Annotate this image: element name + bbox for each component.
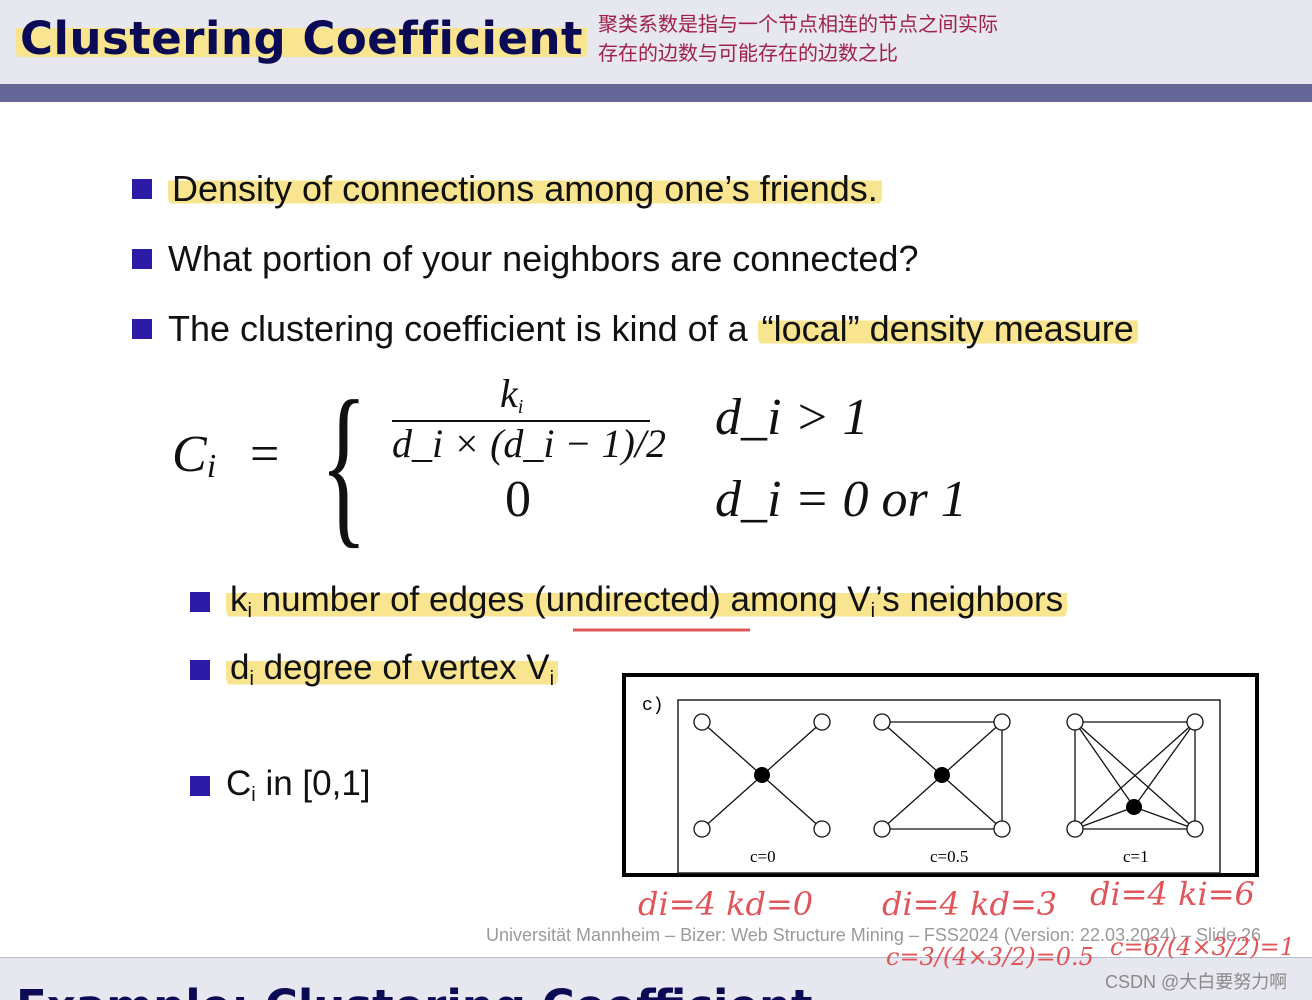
bullet-3: The clustering coefficient is kind of a … (132, 308, 1138, 350)
annotation-1: di=4 kd=0 (638, 885, 813, 923)
header-band (0, 84, 1312, 102)
chinese-note: 聚类系数是指与一个节点相连的节点之间实际存在的边数与可能存在的边数之比 (598, 14, 998, 65)
caption-c1: c=1 (1123, 847, 1149, 866)
bullet-square-icon (190, 659, 210, 680)
bullet-square-icon (132, 179, 152, 199)
graph-nodes (693, 713, 1204, 838)
bullet-square-icon (132, 249, 152, 269)
slide-footer: Universität Mannheim – Bizer: Web Struct… (486, 925, 1262, 945)
formula-numerator: ki (500, 371, 524, 418)
next-slide-title: Example: Clustering Coefficient (16, 980, 813, 1000)
bullet-1: Density of connections among one’s frien… (132, 168, 882, 210)
graph-c1 (1074, 721, 1196, 830)
condition-1: d_i > 1 (715, 389, 869, 446)
formula-lhs: Ci (172, 426, 217, 485)
brace: { (320, 364, 368, 563)
diagram-label: c) (642, 696, 664, 716)
clustering-formula: Ci = { ki d_i × (d_i − 1)/2 0 d_i > 1 d_… (170, 364, 1020, 563)
diagram-frame (622, 673, 1259, 877)
sub-bullet-c: Ci in [0,1] (190, 764, 371, 807)
handwritten-annotations: di=4 kd=0 di=4 kd=3 di=4 ki=6 (638, 875, 1255, 923)
watermark: CSDN @大白要努力啊 (1105, 972, 1288, 992)
graph-c05 (881, 721, 1003, 830)
formula-zero: 0 (505, 471, 531, 528)
condition-2: d_i = 0 or 1 (715, 471, 967, 528)
equals-sign: = (250, 426, 280, 483)
formula-denominator: d_i × (d_i − 1)/2 (392, 421, 666, 466)
bullet-square-icon (190, 775, 210, 796)
annotation-3: di=4 ki=6 (1090, 875, 1255, 913)
sub-bullet-k: ki number of edges (undirected) among Vi… (190, 580, 1068, 623)
bullet-square-icon (132, 319, 152, 339)
bullet-square-icon (190, 591, 210, 612)
caption-c05: c=0.5 (930, 847, 968, 866)
annotation-2: di=4 kd=3 (882, 885, 1057, 923)
caption-c0: c=0 (750, 847, 776, 866)
graph-c0 (701, 721, 823, 830)
sub-bullet-d: di degree of vertex Vi (190, 648, 559, 691)
slide-title: Clustering Coefficient (16, 12, 588, 65)
center-nodes (754, 767, 1142, 815)
bullet-2: What portion of your neighbors are conne… (132, 238, 918, 280)
